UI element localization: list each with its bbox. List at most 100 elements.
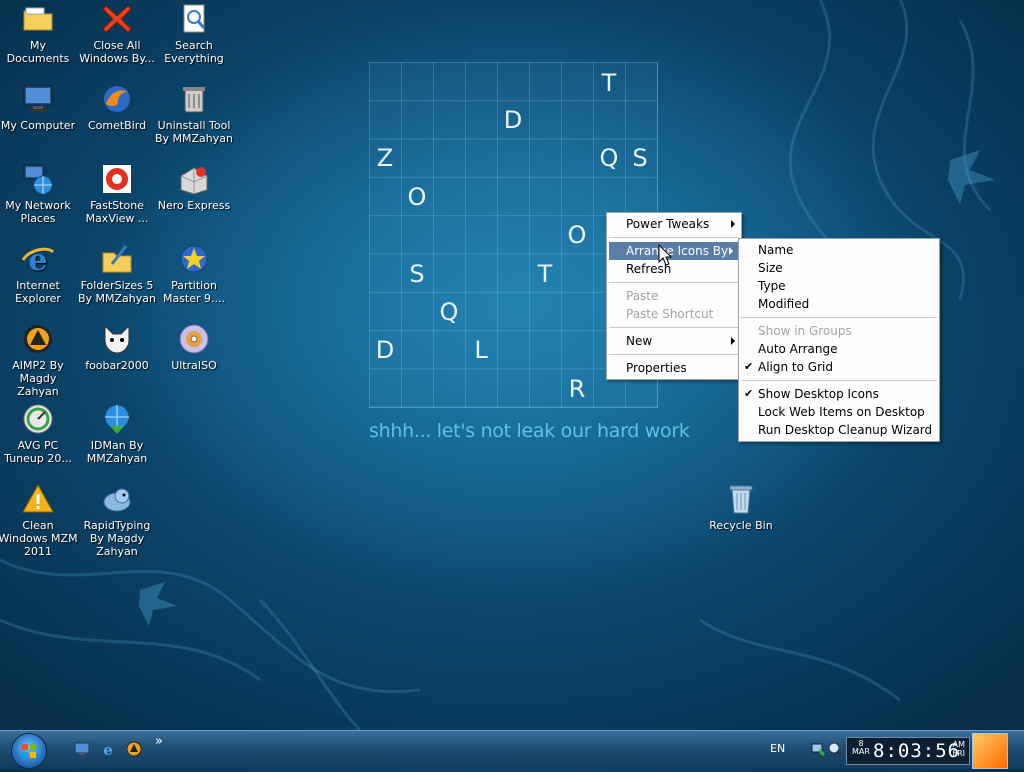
- menu-item-label: New: [626, 334, 653, 348]
- user-tile-thumbnail[interactable]: [972, 733, 1008, 769]
- submenu-item-show-in-groups[interactable]: Show in Groups: [739, 322, 939, 340]
- icon-label: AVG PC Tuneup 20...: [4, 439, 72, 465]
- desktop-icon-cometbird[interactable]: CometBird: [77, 82, 157, 132]
- desktop-icon-faststone-maxview[interactable]: FastStone MaxView ...: [77, 162, 157, 225]
- icon-label: Recycle Bin: [709, 519, 773, 532]
- grid-letter: Q: [439, 298, 459, 326]
- submenu-item-show-desktop-icons[interactable]: ✔ Show Desktop Icons: [739, 385, 939, 403]
- submenu-item-lock-web-items[interactable]: Lock Web Items on Desktop: [739, 403, 939, 421]
- submenu-arrow-icon: [729, 247, 733, 255]
- submenu-item-cleanup-wizard[interactable]: Run Desktop Cleanup Wizard: [739, 421, 939, 439]
- icon-label: RapidTyping By Magdy Zahyan: [83, 519, 151, 558]
- menu-item-arrange-icons-by[interactable]: Arrange Icons By: [609, 242, 739, 260]
- computer-icon: [23, 85, 53, 112]
- desktop-icon-nero-express[interactable]: Nero Express: [154, 162, 234, 212]
- desktop-icon-uninstall-tool[interactable]: Uninstall Tool By MMZahyan: [154, 82, 234, 145]
- wallpaper-tagline: shhh... let's not leak our hard work: [369, 420, 690, 442]
- show-desktop-quicklaunch-icon[interactable]: [74, 741, 90, 757]
- desktop-icon-aimp2[interactable]: AIMP2 By Magdy Zahyan: [0, 322, 78, 398]
- menu-item-label: Show in Groups: [758, 324, 852, 338]
- grid-letter: Q: [599, 144, 619, 172]
- icon-label: Clean Windows MZM 2011: [0, 519, 78, 558]
- desktop-icon-internet-explorer[interactable]: e Internet Explorer: [0, 242, 78, 305]
- menu-item-refresh[interactable]: Refresh: [607, 260, 741, 278]
- menu-item-label: Size: [758, 261, 783, 275]
- language-indicator[interactable]: EN: [770, 742, 785, 755]
- menu-item-new[interactable]: New: [607, 332, 741, 350]
- icon-label: foobar2000: [85, 359, 149, 372]
- submenu-item-modified[interactable]: Modified: [739, 295, 939, 313]
- desktop-icon-rapidtyping[interactable]: RapidTyping By Magdy Zahyan: [77, 482, 157, 558]
- menu-item-label: Align to Grid: [758, 360, 833, 374]
- grid-letter: Z: [376, 144, 394, 172]
- menu-separator: [609, 237, 739, 238]
- network-tray-icon[interactable]: [810, 741, 826, 757]
- menu-separator: [609, 354, 739, 355]
- mouse-pointer-icon: [658, 244, 672, 266]
- windows-logo-icon: [22, 744, 36, 758]
- grid-letter: R: [568, 375, 586, 403]
- partition-icon: [180, 245, 208, 273]
- system-clock[interactable]: 8 MAR 8:03:56 AM FRI: [846, 737, 970, 765]
- submenu-item-align-to-grid[interactable]: ✔ Align to Grid: [739, 358, 939, 376]
- submenu-item-name[interactable]: Name: [739, 241, 939, 259]
- desktop-icon-clean-windows[interactable]: Clean Windows MZM 2011: [0, 482, 78, 558]
- desktop-icon-my-network-places[interactable]: My Network Places: [0, 162, 78, 225]
- icon-label: Internet Explorer: [15, 279, 61, 305]
- menu-item-label: Arrange Icons By: [626, 244, 729, 258]
- grid-letter: D: [375, 336, 395, 364]
- desktop-icon-search-everything[interactable]: Search Everything: [154, 2, 234, 65]
- ie-quicklaunch-icon[interactable]: e: [100, 741, 116, 757]
- taskbar: e » EN 8 MAR 8:03:56 AM FRI: [0, 730, 1024, 769]
- clock-ampm-value: AM: [952, 740, 965, 749]
- desktop-icon-my-documents[interactable]: My Documents: [0, 2, 78, 65]
- desktop-icon-close-all-windows[interactable]: Close All Windows By...: [77, 2, 157, 65]
- foldersizes-icon: [102, 245, 132, 273]
- search-tray-icon[interactable]: [827, 741, 843, 757]
- network-icon: [23, 164, 53, 195]
- disc-icon: [179, 324, 209, 354]
- grid-letter: T: [601, 69, 617, 97]
- menu-item-power-tweaks[interactable]: Power Tweaks: [607, 215, 741, 233]
- desktop-icon-my-computer[interactable]: My Computer: [0, 82, 78, 132]
- ie-icon: e: [21, 243, 55, 276]
- desktop-icon-avg-pc-tuneup[interactable]: AVG PC Tuneup 20...: [0, 402, 78, 465]
- menu-separator: [609, 282, 739, 283]
- desktop-icon-ultraiso[interactable]: UltraISO: [154, 322, 234, 372]
- menu-item-label: Paste: [626, 289, 659, 303]
- clock-month: MAR: [852, 747, 870, 756]
- icon-label: Partition Master 9....: [162, 279, 226, 305]
- quicklaunch-overflow-chevron[interactable]: »: [155, 734, 163, 749]
- menu-item-paste-shortcut[interactable]: Paste Shortcut: [607, 305, 741, 323]
- icon-label: Uninstall Tool By MMZahyan: [154, 119, 233, 145]
- rapidtyping-icon: [103, 488, 131, 512]
- submenu-item-type[interactable]: Type: [739, 277, 939, 295]
- foobar-icon: [104, 324, 130, 354]
- aimp-quicklaunch-icon[interactable]: [126, 741, 142, 757]
- icon-label: My Network Places: [5, 199, 71, 225]
- menu-item-paste[interactable]: Paste: [607, 287, 741, 305]
- menu-item-properties[interactable]: Properties: [607, 359, 741, 377]
- grid-letter: O: [567, 221, 587, 249]
- clock-time: 8:03:56: [873, 740, 961, 762]
- desktop-icon-idman[interactable]: IDMan By MMZahyan: [77, 402, 157, 465]
- icon-label: Close All Windows By...: [79, 39, 155, 65]
- start-button[interactable]: [11, 733, 47, 769]
- desktop-icon-partition-master[interactable]: Partition Master 9....: [154, 242, 234, 305]
- icon-label: Search Everything: [164, 39, 224, 65]
- desktop-icon-foldersizes[interactable]: FolderSizes 5 By MMZahyan: [77, 242, 157, 305]
- menu-item-label: Paste Shortcut: [626, 307, 714, 321]
- grid-letter: T: [537, 260, 553, 288]
- desktop-icon-foobar2000[interactable]: foobar2000: [77, 322, 157, 372]
- menu-separator: [741, 317, 937, 318]
- submenu-item-size[interactable]: Size: [739, 259, 939, 277]
- submenu-item-auto-arrange[interactable]: Auto Arrange: [739, 340, 939, 358]
- menu-item-label: Show Desktop Icons: [758, 387, 879, 401]
- icon-label: IDMan By MMZahyan: [86, 439, 148, 465]
- desktop-icon-recycle-bin[interactable]: Recycle Bin: [701, 482, 781, 532]
- menu-item-label: Name: [758, 243, 794, 257]
- search-icon: [183, 4, 206, 33]
- recycle-bin-icon: [729, 485, 753, 514]
- clock-ampm: AM FRI: [952, 740, 965, 758]
- checkmark-icon: ✔: [744, 387, 754, 400]
